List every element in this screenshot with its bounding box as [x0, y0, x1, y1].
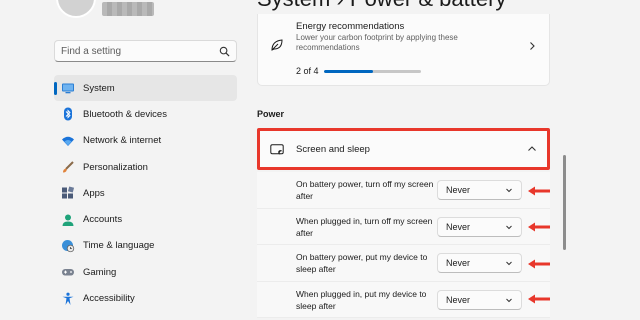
- system-icon: [60, 81, 76, 95]
- screen-sleep-settings: On battery power, turn off my screen aft…: [257, 172, 550, 318]
- dropdown-battery-screen-off[interactable]: Never: [437, 180, 522, 200]
- sidebar-item-label: System: [83, 82, 115, 94]
- sidebar-item-bluetooth[interactable]: Bluetooth & devices: [54, 101, 237, 127]
- dropdown-plugged-screen-off[interactable]: Never: [437, 216, 522, 237]
- sidebar-item-network[interactable]: Network & internet: [54, 128, 237, 154]
- sidebar-item-label: Time & language: [83, 240, 155, 252]
- gamepad-icon: [60, 265, 76, 279]
- chevron-down-icon: [506, 188, 512, 193]
- sidebar-item-personalization[interactable]: Personalization: [54, 154, 237, 180]
- chevron-down-icon: [506, 261, 512, 266]
- apps-icon: [60, 186, 76, 200]
- setting-label: When plugged in, turn off my screen afte…: [296, 215, 433, 238]
- sidebar-item-label: Gaming: [83, 266, 117, 278]
- setting-label: On battery power, turn off my screen aft…: [296, 179, 434, 201]
- page-title: System › Power & battery: [257, 0, 506, 12]
- scrollbar[interactable]: [563, 155, 566, 250]
- search-box[interactable]: [54, 40, 237, 62]
- dropdown-value: Never: [446, 294, 471, 305]
- chevron-down-icon: [506, 298, 512, 302]
- settings-window: System Bluetooth & devices Network & int…: [0, 0, 640, 320]
- annotation-arrow-icon: [528, 259, 550, 269]
- username-redacted: [102, 2, 154, 16]
- progress-bar: [324, 70, 421, 73]
- sidebar-item-accessibility[interactable]: Accessibility: [54, 285, 237, 311]
- leaf-icon: [271, 39, 283, 51]
- sidebar: System Bluetooth & devices Network & int…: [0, 0, 245, 320]
- energy-title: Energy recommendations: [296, 21, 405, 32]
- screen-sleep-icon: [270, 144, 284, 155]
- section-label-power: Power: [257, 109, 285, 119]
- chevron-right-icon[interactable]: [527, 41, 537, 51]
- sidebar-item-gaming[interactable]: Gaming: [54, 259, 237, 285]
- chevron-down-icon: [506, 225, 512, 229]
- search-input[interactable]: [61, 45, 218, 57]
- brush-icon: [60, 160, 76, 174]
- dropdown-value: Never: [446, 221, 471, 232]
- accessibility-icon: [60, 292, 76, 306]
- progress-fill: [324, 70, 373, 73]
- energy-recommendations-card[interactable]: Energy recommendations Lower your carbon…: [257, 14, 550, 86]
- sidebar-item-label: Network & internet: [83, 135, 162, 147]
- sidebar-item-label: Apps: [83, 187, 105, 199]
- expander-label: Screen and sleep: [296, 144, 370, 155]
- sidebar-nav: System Bluetooth & devices Network & int…: [54, 75, 237, 312]
- accounts-icon: [60, 213, 76, 227]
- avatar[interactable]: [56, 0, 96, 18]
- setting-label: When plugged in, put my device to sleep …: [296, 288, 427, 311]
- energy-description: Lower your carbon footprint by applying …: [296, 33, 458, 52]
- globe-clock-icon: [60, 239, 76, 253]
- sidebar-item-label: Accessibility: [83, 293, 135, 305]
- setting-row-battery-screen-off: On battery power, turn off my screen aft…: [257, 172, 550, 209]
- sidebar-item-accounts[interactable]: Accounts: [54, 206, 237, 232]
- annotation-arrow-icon: [528, 186, 550, 196]
- setting-row-plugged-sleep: When plugged in, put my device to sleep …: [257, 281, 550, 318]
- dropdown-battery-sleep[interactable]: Never: [437, 253, 522, 273]
- dropdown-plugged-sleep[interactable]: Never: [437, 289, 522, 310]
- annotation-arrow-icon: [528, 222, 550, 232]
- sidebar-item-label: Accounts: [83, 214, 123, 226]
- sidebar-item-time-language[interactable]: Time & language: [54, 233, 237, 259]
- search-icon[interactable]: [218, 45, 230, 57]
- sidebar-item-label: Bluetooth & devices: [83, 108, 167, 120]
- dropdown-value: Never: [446, 185, 471, 195]
- setting-label: On battery power, put my device to sleep…: [296, 252, 428, 274]
- chevron-up-icon[interactable]: [527, 144, 537, 154]
- annotation-arrow-icon: [528, 294, 550, 304]
- setting-row-plugged-screen-off: When plugged in, turn off my screen afte…: [257, 208, 550, 245]
- dropdown-value: Never: [446, 258, 471, 268]
- sidebar-item-system[interactable]: System: [54, 75, 237, 102]
- setting-row-battery-sleep: On battery power, put my device to sleep…: [257, 245, 550, 282]
- wifi-icon: [60, 134, 76, 148]
- sidebar-item-apps[interactable]: Apps: [54, 180, 237, 206]
- bluetooth-icon: [60, 107, 76, 121]
- sidebar-item-label: Personalization: [83, 161, 148, 173]
- screen-sleep-expander[interactable]: Screen and sleep: [257, 128, 550, 170]
- progress-text: 2 of 4: [296, 66, 319, 76]
